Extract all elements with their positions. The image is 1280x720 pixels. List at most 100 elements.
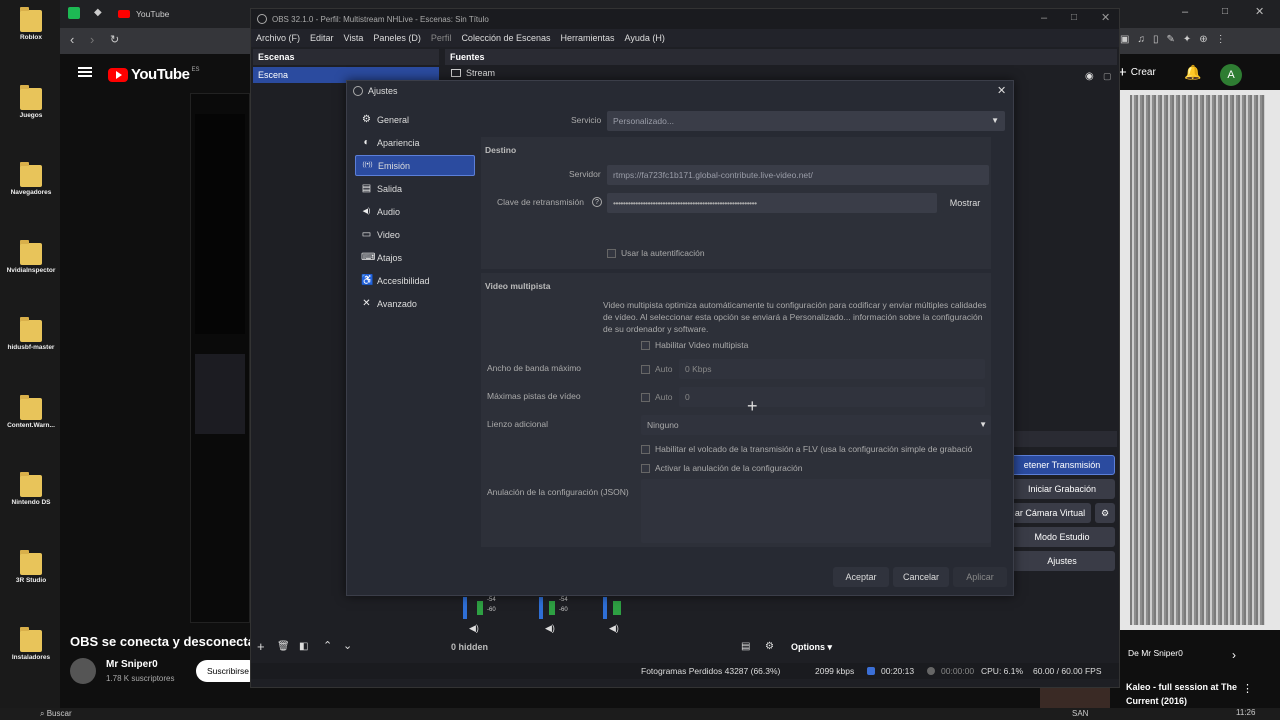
desktop-icon[interactable]: NvidiaInspector [6,240,56,274]
video-player[interactable] [190,93,250,623]
source-item[interactable]: Stream [445,68,1117,78]
language-indicator[interactable]: SAN [1072,709,1088,718]
mixer-layout-icon[interactable]: ▤ [741,641,750,652]
server-input[interactable]: rtmps://fa723fc1b171.global-contribute.l… [607,165,989,185]
recommended-title-line2[interactable]: Current (2016) [1126,696,1187,706]
max-tracks-input[interactable]: 0 [679,387,985,407]
enable-multitrack-checkbox[interactable] [641,341,650,350]
search-box[interactable]: ⌕ Buscar [40,709,72,719]
add-icon[interactable]: + [257,639,265,654]
menu-editar[interactable]: Editar [310,33,334,43]
obs-menubar: Archivo (F) Editar Vista Paneles (D) Per… [251,29,1119,47]
menu-ayuda[interactable]: Ayuda (H) [625,33,665,43]
close-icon[interactable]: ✕ [997,84,1006,97]
close-icon[interactable]: ✕ [1255,5,1264,18]
extension-icon[interactable] [68,7,80,19]
sidebar-item-stream[interactable]: ((•)) Emisión [355,155,475,176]
extra-canvas-select[interactable]: Ninguno ▼ [641,415,991,435]
desktop-icon[interactable]: hidusbf-master [6,317,56,351]
override-json-textarea[interactable] [641,479,991,543]
gear-icon[interactable]: ⚙ [765,641,774,652]
desktop-icon[interactable]: 3R Studio [6,550,56,584]
sidebar-item-general[interactable]: ⚙ General [355,109,475,130]
desktop-icon[interactable]: Content.Warn... [6,395,56,429]
sidebar-item-video[interactable]: ▭ Video [355,224,475,245]
menu-icon[interactable] [78,67,92,77]
chevron-right-icon[interactable]: › [1232,648,1236,662]
max-tracks-auto-checkbox[interactable] [641,393,650,402]
back-icon[interactable]: ‹ [70,32,74,47]
menu-archivo[interactable]: Archivo (F) [256,33,300,43]
service-select[interactable]: Personalizado... ▼ [607,111,1005,131]
maximize-icon[interactable]: □ [1071,12,1077,23]
notifications-bell-icon[interactable]: 🔔 [1184,64,1201,81]
reload-icon[interactable]: ↻ [110,33,119,46]
close-icon[interactable]: ✕ [1101,11,1110,24]
channel-name[interactable]: Mr Sniper0 [106,659,158,670]
menu-paneles[interactable]: Paneles (D) [373,33,421,43]
maximize-icon[interactable]: □ [1222,6,1228,17]
cancel-button[interactable]: Cancelar [893,567,949,587]
sidebar-item-advanced[interactable]: ✕ Avanzado [355,293,475,314]
youtube-logo[interactable]: YouTube ES [108,66,199,83]
channel-avatar[interactable] [70,658,96,684]
diamond-icon[interactable]: ◆ [94,7,106,19]
lock-icon[interactable]: ▢ [1103,71,1112,82]
stop-streaming-button[interactable]: etener Transmisión [1009,455,1115,475]
apply-button[interactable]: Aplicar [953,567,1007,587]
desktop-icon[interactable]: Nintendo DS [6,472,56,506]
menu-coleccion[interactable]: Colección de Escenas [461,33,550,43]
chip-from-channel[interactable]: De Mr Sniper0 [1128,648,1183,658]
trash-icon[interactable]: 🗑 [277,641,290,652]
menu-herramientas[interactable]: Herramientas [561,33,615,43]
help-icon[interactable]: ? [592,197,602,207]
speaker-icon[interactable]: ◀) [609,623,619,634]
accept-button[interactable]: Aceptar [833,567,889,587]
use-auth-checkbox[interactable] [607,249,616,258]
start-recording-button[interactable]: Iniciar Grabación [1009,479,1115,499]
desktop-icon[interactable]: Instaladores [6,627,56,661]
sidebar-item-hotkeys[interactable]: ⌨ Atajos [355,247,475,268]
sidebar-item-accessibility[interactable]: ♿ Accesibilidad [355,270,475,291]
settings-dialog: Ajustes ✕ ⚙ General ◐ Apariencia ((•)) Emis… [346,80,1014,596]
folder-icon [20,7,42,32]
sidebar-item-audio[interactable]: ◀) Audio [355,201,475,222]
video-title: OBS se conecta y desconecta [70,634,255,649]
recommended-title[interactable]: Kaleo - full session at The [1126,682,1237,692]
move-down-icon[interactable]: ⌄ [343,639,352,652]
gear-icon: ⚙ [362,114,371,125]
create-button[interactable]: + Crear [1118,64,1156,81]
desktop-icon[interactable]: Roblox [6,7,56,41]
override-config-checkbox[interactable] [641,464,650,473]
speaker-icon[interactable]: ◀) [469,623,479,634]
folder-icon [20,472,42,497]
virtual-camera-button[interactable]: ar Cámara Virtual [1009,503,1091,523]
gear-icon[interactable]: ⚙ [1095,503,1115,523]
speaker-icon[interactable]: ◀) [545,623,555,634]
minimize-icon[interactable]: – [1182,6,1188,18]
minimize-icon[interactable]: – [1041,12,1047,24]
max-bandwidth-input[interactable]: 0 Kbps [679,359,985,379]
sidebar-item-output[interactable]: ▤ Salida [355,178,475,199]
filter-icon[interactable]: ◧ [299,641,308,652]
forward-icon[interactable]: › [90,32,94,47]
sidebar-item-appearance[interactable]: ◐ Apariencia [355,132,475,153]
show-key-button[interactable]: Mostrar [941,193,989,213]
clock[interactable]: 11:26 [1236,708,1255,717]
options-dropdown[interactable]: Options ▾ [791,642,832,653]
settings-button[interactable]: Ajustes [1009,551,1115,571]
cpu-usage: CPU: 6.1% [981,666,1024,676]
menu-vista[interactable]: Vista [344,33,364,43]
max-bandwidth-auto-checkbox[interactable] [641,365,650,374]
stream-key-input[interactable]: ••••••••••••••••••••••••••••••••••••••••… [607,193,937,213]
desktop-icon[interactable]: Juegos [6,85,56,119]
avatar[interactable]: A [1220,64,1242,86]
eye-icon[interactable]: ◉ [1085,71,1094,82]
toolbar-icons[interactable]: ▣♫▯✎✦⊕⋮ [1120,34,1234,45]
studio-mode-button[interactable]: Modo Estudio [1009,527,1115,547]
move-up-icon[interactable]: ⌃ [323,639,332,652]
desktop-icon[interactable]: Navegadores [6,162,56,196]
more-options-icon[interactable]: ⋮ [1242,682,1253,695]
flv-dump-checkbox[interactable] [641,445,650,454]
menu-perfil[interactable]: Perfil [431,33,452,43]
